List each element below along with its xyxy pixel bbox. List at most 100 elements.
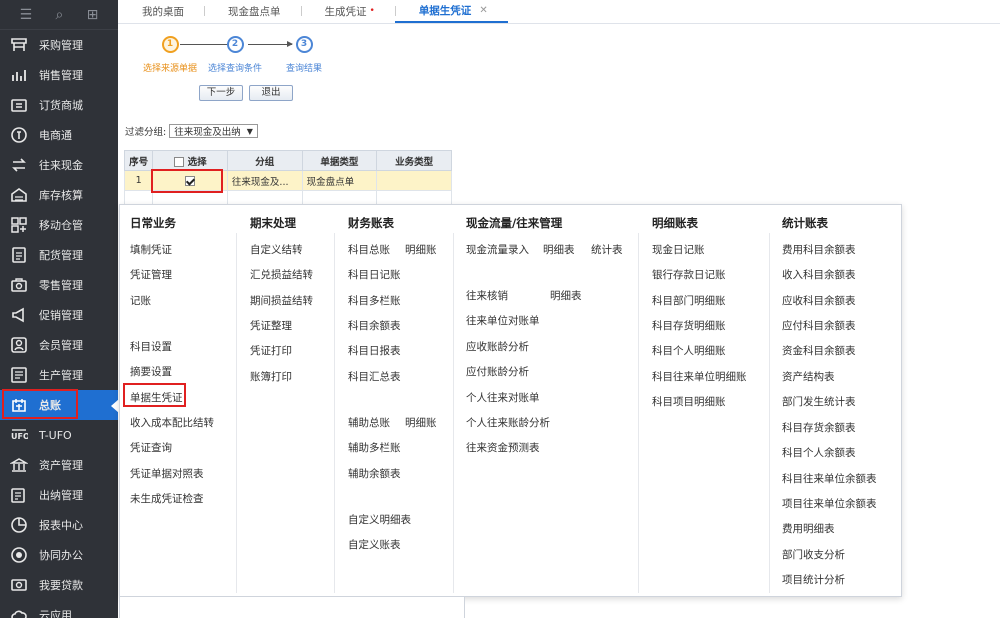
menu-item-personal-aging[interactable]: 个人往来账龄分析 — [466, 415, 550, 430]
tab-doc-voucher[interactable]: 单据生凭证 ✕ — [394, 0, 508, 23]
table-row[interactable]: 1 往来现金及... 现金盘点单 — [123, 170, 452, 191]
menu-item-fill-voucher[interactable]: 填制凭证 — [130, 242, 172, 257]
menu-item-ar-aging[interactable]: 应收账龄分析 — [466, 339, 529, 354]
sidebar-item-6[interactable]: 移动仓管 — [0, 210, 118, 240]
sidebar-item-14[interactable]: 资产管理 — [0, 450, 118, 480]
menu-item-multi-column[interactable]: 科目多栏账 — [348, 293, 401, 308]
menu-item-income-cost[interactable]: 收入成本配比结转 — [130, 415, 214, 430]
next-button[interactable]: 下一步 — [199, 85, 243, 101]
menu-item-dept-detail[interactable]: 科目部门明细账 — [652, 293, 726, 308]
sidebar-item-3[interactable]: 电商通 — [0, 120, 118, 150]
menu-item-account-journal[interactable]: 科目日记账 — [348, 267, 401, 282]
menu-item-partner-statement[interactable]: 往来单位对账单 — [466, 313, 540, 328]
menu-item-expense-balance[interactable]: 费用科目余额表 — [782, 242, 856, 257]
col-select[interactable]: 选择 — [152, 150, 228, 171]
menu-item-dept-stats[interactable]: 部门发生统计表 — [782, 394, 856, 409]
tab-desktop[interactable]: 我的桌面 — [118, 0, 204, 23]
sidebar-item-15[interactable]: 出纳管理 — [0, 480, 118, 510]
menu-item-fund-forecast[interactable]: 往来资金预测表 — [466, 440, 540, 455]
menu-item-stock-detail[interactable]: 科目存货明细账 — [652, 318, 726, 333]
menu-item-account-setup[interactable]: 科目设置 — [130, 339, 172, 354]
menu-item-voucher-print[interactable]: 凭证打印 — [250, 343, 292, 358]
menu-item-ar-ap-writeoff[interactable]: 往来核销 — [466, 288, 508, 303]
menu-item-general-ledger[interactable]: 科目总账 — [348, 242, 390, 257]
sidebar-item-10[interactable]: 会员管理 — [0, 330, 118, 360]
tab-generate-voucher[interactable]: 生成凭证 • — [300, 0, 395, 23]
sidebar-item-label: 资产管理 — [39, 459, 83, 472]
sidebar-item-13[interactable]: UFO T-UFO — [0, 420, 118, 450]
sidebar-item-17[interactable]: 协同办公 — [0, 540, 118, 570]
filter-select[interactable]: 往来现金及出纳 ▼ — [169, 124, 258, 138]
menu-item-person-balance[interactable]: 科目个人余额表 — [782, 445, 856, 460]
add-icon[interactable]: ⊞ — [87, 7, 99, 23]
sidebar-item-8[interactable]: 零售管理 — [0, 270, 118, 300]
menu-item-aux-multi[interactable]: 辅助多栏账 — [348, 440, 401, 455]
menu-item-cashflow-detail[interactable]: 明细表 — [543, 242, 575, 257]
sidebar-item-11[interactable]: 生产管理 — [0, 360, 118, 390]
exit-button[interactable]: 退出 — [249, 85, 293, 101]
cell-select[interactable] — [152, 170, 228, 191]
menu-item-bank-journal[interactable]: 银行存款日记账 — [652, 267, 726, 282]
menu-item-ar-balance[interactable]: 应收科目余额表 — [782, 293, 856, 308]
menu-item-person-detail[interactable]: 科目个人明细账 — [652, 343, 726, 358]
menu-item-ap-aging[interactable]: 应付账龄分析 — [466, 364, 529, 379]
menu-item-ap-balance[interactable]: 应付科目余额表 — [782, 318, 856, 333]
menu-item-custom-carry[interactable]: 自定义结转 — [250, 242, 303, 257]
sidebar-item-1[interactable]: 销售管理 — [0, 60, 118, 90]
menu-item-book-print[interactable]: 账簿打印 — [250, 369, 292, 384]
select-all-checkbox[interactable] — [173, 157, 184, 167]
menu-item-voucher-query[interactable]: 凭证查询 — [130, 440, 172, 455]
menu-item-personal-statement[interactable]: 个人往来对账单 — [466, 390, 540, 405]
menu-item-aux-balance[interactable]: 辅助余额表 — [348, 466, 401, 481]
menu-item-summary-setup[interactable]: 摘要设置 — [130, 364, 172, 379]
menu-item-cashflow-entry[interactable]: 现金流量录入 — [466, 242, 529, 257]
menu-item-ungenerated-check[interactable]: 未生成凭证检查 — [130, 491, 204, 506]
menu-item-asset-structure[interactable]: 资产结构表 — [782, 369, 835, 384]
menu-item-writeoff-detail[interactable]: 明细表 — [550, 288, 582, 303]
menu-item-cash-journal[interactable]: 现金日记账 — [652, 242, 705, 257]
sidebar-item-label: 协同办公 — [39, 549, 83, 562]
search-icon[interactable]: ⌕ — [55, 7, 63, 23]
menu-item-pl-carry[interactable]: 期间损益结转 — [250, 293, 313, 308]
menu-item-voucher-arrange[interactable]: 凭证整理 — [250, 318, 292, 333]
menu-icon[interactable]: ☰ — [20, 7, 33, 23]
sidebar-item-0[interactable]: 采购管理 — [0, 30, 118, 60]
sidebar-item-19[interactable]: 云应用 — [0, 600, 118, 618]
close-icon[interactable]: ✕ — [479, 5, 487, 16]
sidebar-item-7[interactable]: 配货管理 — [0, 240, 118, 270]
menu-item-project-partner-balance[interactable]: 项目往来单位余额表 — [782, 496, 877, 511]
menu-item-project-detail[interactable]: 科目项目明细账 — [652, 394, 726, 409]
menu-item-daily-report[interactable]: 科目日报表 — [348, 343, 401, 358]
menu-item-expense-detail[interactable]: 费用明细表 — [782, 521, 835, 536]
sidebar-item-2[interactable]: 订货商城 — [0, 90, 118, 120]
menu-item-partner-balance[interactable]: 科目往来单位余额表 — [782, 471, 877, 486]
col-no: 序号 — [123, 150, 154, 171]
menu-item-balance[interactable]: 科目余额表 — [348, 318, 401, 333]
sidebar-item-4[interactable]: 往来现金 — [0, 150, 118, 180]
sidebar-item-5[interactable]: 库存核算 — [0, 180, 118, 210]
sidebar-item-9[interactable]: 促销管理 — [0, 300, 118, 330]
sidebar-item-18[interactable]: 我要贷款 — [0, 570, 118, 600]
menu-item-custom-detail[interactable]: 自定义明细表 — [348, 512, 411, 527]
menu-item-summary-table[interactable]: 科目汇总表 — [348, 369, 401, 384]
menu-item-project-analysis[interactable]: 项目统计分析 — [782, 572, 845, 587]
tab-cash-count[interactable]: 现金盘点单 — [204, 0, 301, 23]
menu-item-voucher-doc-compare[interactable]: 凭证单据对照表 — [130, 466, 204, 481]
menu-item-fx-carry[interactable]: 汇兑损益结转 — [250, 267, 313, 282]
menu-item-cashflow-stats[interactable]: 统计表 — [591, 242, 623, 257]
row-checkbox[interactable] — [185, 175, 196, 186]
menu-item-post[interactable]: 记账 — [130, 293, 151, 308]
menu-item-aux-detail[interactable]: 明细账 — [405, 415, 437, 430]
menu-item-dept-income-analysis[interactable]: 部门收支分析 — [782, 547, 845, 562]
menu-item-fund-balance[interactable]: 资金科目余额表 — [782, 343, 856, 358]
sidebar-item-12[interactable]: 总账 — [0, 390, 119, 420]
menu-item-partner-detail[interactable]: 科目往来单位明细账 — [652, 369, 747, 384]
menu-item-doc-voucher[interactable]: 单据生凭证 — [130, 390, 183, 405]
menu-item-voucher-manage[interactable]: 凭证管理 — [130, 267, 172, 282]
menu-item-aux-general[interactable]: 辅助总账 — [348, 415, 390, 430]
menu-item-detail-ledger[interactable]: 明细账 — [405, 242, 437, 257]
sidebar-item-16[interactable]: 报表中心 — [0, 510, 118, 540]
menu-item-income-balance[interactable]: 收入科目余额表 — [782, 267, 856, 282]
menu-item-custom-book[interactable]: 自定义账表 — [348, 537, 401, 552]
menu-item-stock-balance[interactable]: 科目存货余额表 — [782, 420, 856, 435]
